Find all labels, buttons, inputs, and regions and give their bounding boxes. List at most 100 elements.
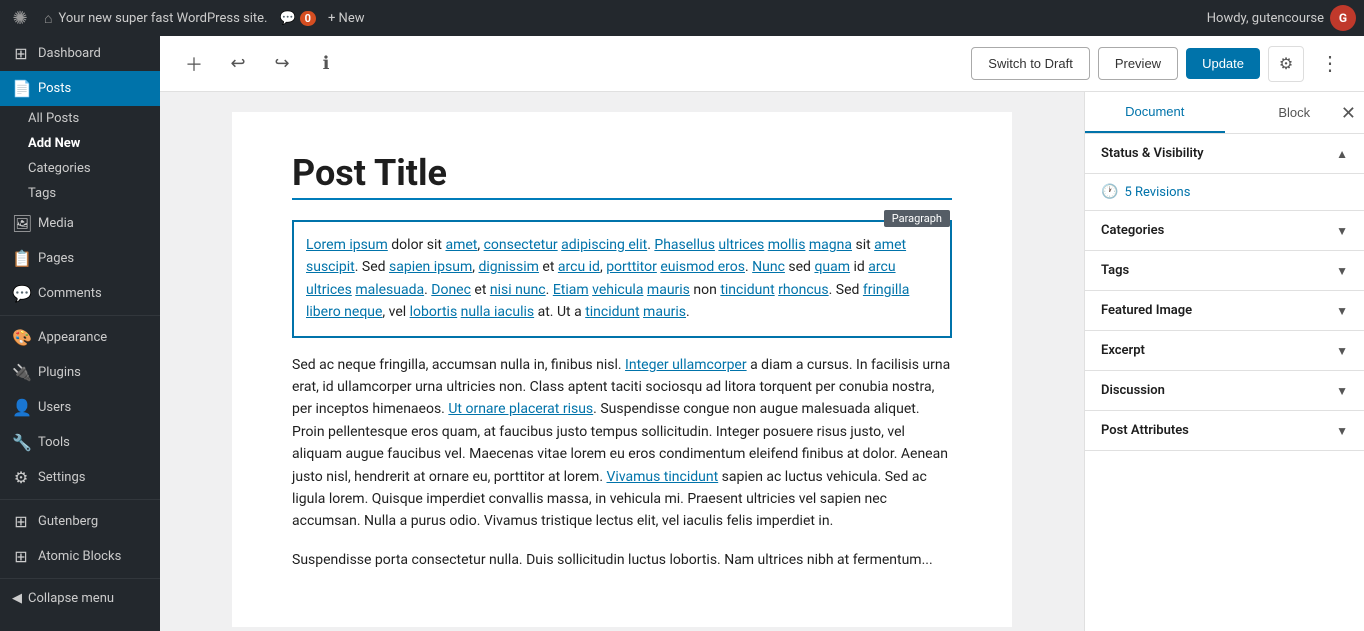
magna-link: magna	[809, 237, 852, 253]
user-howdy[interactable]: Howdy, gutencourse G	[1207, 5, 1356, 31]
dashboard-icon: ⊞	[12, 44, 30, 63]
appearance-icon: 🎨	[12, 328, 30, 347]
collapse-arrow-icon: ◀	[12, 591, 22, 606]
sidebar-item-categories[interactable]: Categories	[0, 156, 160, 181]
post-attributes-label: Post Attributes	[1101, 423, 1189, 438]
post-title[interactable]: Post Title	[292, 152, 952, 200]
posts-icon: 📄	[12, 79, 30, 98]
sidebar-item-label-plugins: Plugins	[38, 365, 81, 380]
site-link[interactable]: ⌂ Your new super fast WordPress site.	[44, 10, 267, 27]
editor-content: Post Title Paragraph Lorem ipsum dolor s…	[160, 92, 1364, 631]
categories-header[interactable]: Categories ▼	[1085, 211, 1364, 250]
sidebar-item-tags[interactable]: Tags	[0, 181, 160, 206]
tincidunt2-link: tincidunt	[585, 304, 639, 320]
mauris-link: mauris	[647, 282, 690, 298]
sidebar-item-label-dashboard: Dashboard	[38, 46, 101, 61]
paragraph-block-selected[interactable]: Paragraph Lorem ipsum dolor sit amet, co…	[292, 220, 952, 338]
suscipit-link: suscipit	[306, 259, 355, 275]
collapse-menu-button[interactable]: ◀ Collapse menu	[0, 583, 160, 614]
featured-image-chevron: ▼	[1336, 304, 1348, 318]
panel-tabs: Document Block ✕	[1085, 92, 1364, 134]
sidebar-item-label-atomic-blocks: Atomic Blocks	[38, 549, 121, 564]
sidebar-item-comments[interactable]: 💬 Comments	[0, 276, 160, 311]
porttitor-link: porttitor	[606, 259, 657, 275]
amet2-link: amet	[874, 237, 906, 253]
preview-button[interactable]: Preview	[1098, 47, 1178, 80]
info-button[interactable]: ℹ	[308, 46, 344, 82]
integer-link: Integer ullamcorper	[625, 357, 747, 373]
house-icon: ⌂	[44, 10, 52, 27]
sidebar-item-label-settings: Settings	[38, 470, 85, 485]
discussion-header[interactable]: Discussion ▼	[1085, 371, 1364, 410]
sidebar-item-media[interactable]: 🖼 Media	[0, 206, 160, 241]
sidebar-item-pages[interactable]: 📋 Pages	[0, 241, 160, 276]
sidebar-item-atomic-blocks[interactable]: ⊞ Atomic Blocks	[0, 539, 160, 574]
pages-icon: 📋	[12, 249, 30, 268]
nulla-link: nulla iaculis	[461, 304, 534, 320]
excerpt-chevron: ▼	[1336, 344, 1348, 358]
sidebar-item-gutenberg[interactable]: ⊞ Gutenberg	[0, 504, 160, 539]
post-canvas-inner: Post Title Paragraph Lorem ipsum dolor s…	[232, 112, 1012, 627]
comments-link[interactable]: 💬 0	[279, 11, 316, 26]
sidebar-item-appearance[interactable]: 🎨 Appearance	[0, 320, 160, 355]
sidebar-item-label-appearance: Appearance	[38, 330, 107, 345]
undo-button[interactable]: ↩	[220, 46, 256, 82]
more-options-button[interactable]: ⋮	[1312, 46, 1348, 82]
tags-section: Tags ▼	[1085, 251, 1364, 291]
paragraph-text-2[interactable]: Sed ac neque fringilla, accumsan nulla i…	[292, 354, 952, 533]
sidebar-item-all-posts[interactable]: All Posts	[0, 106, 160, 131]
paragraph-text-1[interactable]: Lorem ipsum dolor sit amet, consectetur …	[306, 234, 938, 324]
ultrices-link: ultrices	[718, 237, 764, 253]
amet-link: amet	[445, 237, 477, 253]
editor-toolbar: ＋ ↩ ↪ ℹ Switch to Draft Preview Update ⚙…	[160, 36, 1364, 92]
tags-label: Tags	[1101, 263, 1129, 278]
post-attributes-header[interactable]: Post Attributes ▼	[1085, 411, 1364, 450]
wp-logo-icon[interactable]: ✺	[8, 6, 32, 30]
update-button[interactable]: Update	[1186, 48, 1260, 79]
donec-link: Donec	[431, 282, 471, 298]
post-canvas: Post Title Paragraph Lorem ipsum dolor s…	[160, 92, 1084, 631]
site-name: Your new super fast WordPress site.	[58, 11, 267, 26]
excerpt-section: Excerpt ▼	[1085, 331, 1364, 371]
sidebar-item-dashboard[interactable]: ⊞ Dashboard	[0, 36, 160, 71]
rhoncus-link: rhoncus	[778, 282, 828, 298]
panel-close-button[interactable]: ✕	[1341, 104, 1356, 122]
lorem-ipsum-link: Lorem ipsum	[306, 237, 388, 253]
sidebar-item-posts[interactable]: 📄 Posts	[0, 71, 160, 106]
sidebar-item-label-comments: Comments	[38, 286, 102, 301]
new-menu[interactable]: + New	[328, 11, 365, 26]
post-attributes-section: Post Attributes ▼	[1085, 411, 1364, 451]
sidebar: ⊞ Dashboard 📄 Posts All Posts Add New Ca…	[0, 36, 160, 631]
switch-to-draft-button[interactable]: Switch to Draft	[971, 47, 1090, 80]
tags-header[interactable]: Tags ▼	[1085, 251, 1364, 290]
sidebar-item-label-pages: Pages	[38, 251, 74, 266]
dignissim-link: dignissim	[479, 259, 539, 275]
featured-image-section: Featured Image ▼	[1085, 291, 1364, 331]
excerpt-label: Excerpt	[1101, 343, 1145, 358]
mollis-link: mollis	[768, 237, 806, 253]
excerpt-header[interactable]: Excerpt ▼	[1085, 331, 1364, 370]
discussion-label: Discussion	[1101, 383, 1165, 398]
tab-document[interactable]: Document	[1085, 92, 1225, 133]
etiam-link: Etiam	[553, 282, 589, 298]
settings-gear-button[interactable]: ⚙	[1268, 46, 1304, 82]
nunc-link: Nunc	[752, 259, 785, 275]
add-block-button[interactable]: ＋	[176, 46, 212, 82]
atomic-blocks-icon: ⊞	[12, 547, 30, 566]
ut-link: Ut ornare placerat risus	[448, 401, 593, 417]
sidebar-item-settings[interactable]: ⚙ Settings	[0, 460, 160, 495]
collapse-menu-label: Collapse menu	[28, 591, 114, 606]
vivamus-link: Vivamus tincidunt	[607, 469, 719, 485]
status-visibility-header[interactable]: Status & Visibility ▲	[1085, 134, 1364, 173]
revisions-row[interactable]: 🕐 5 Revisions	[1085, 174, 1364, 211]
sidebar-item-tools[interactable]: 🔧 Tools	[0, 425, 160, 460]
featured-image-header[interactable]: Featured Image ▼	[1085, 291, 1364, 330]
paragraph-text-3[interactable]: Suspendisse porta consectetur nulla. Dui…	[292, 549, 952, 571]
adipiscing-link: adipiscing elit	[561, 237, 647, 253]
status-visibility-chevron: ▲	[1336, 147, 1348, 161]
sidebar-item-plugins[interactable]: 🔌 Plugins	[0, 355, 160, 390]
sidebar-item-add-new[interactable]: Add New	[0, 131, 160, 156]
redo-button[interactable]: ↪	[264, 46, 300, 82]
sidebar-item-users[interactable]: 👤 Users	[0, 390, 160, 425]
categories-section: Categories ▼	[1085, 211, 1364, 251]
